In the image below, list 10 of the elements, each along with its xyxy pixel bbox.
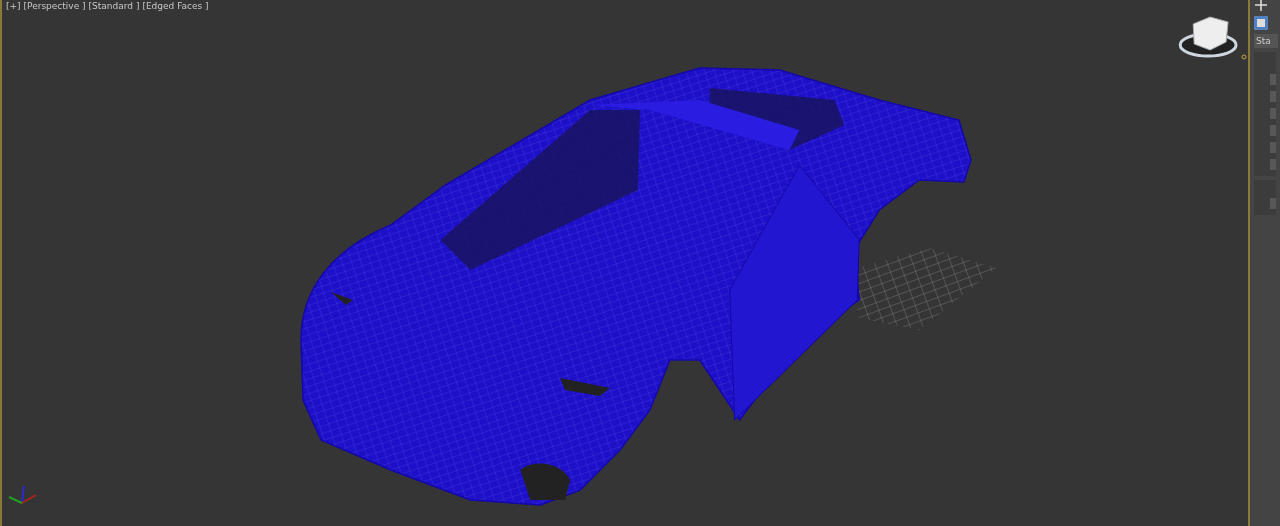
viewport-label[interactable]: [Edged Faces ] <box>142 1 209 11</box>
axis-tripod-icon <box>8 485 37 504</box>
geometry-tab-icon[interactable] <box>1254 16 1268 30</box>
viewport-label[interactable]: [Standard ] <box>88 1 140 11</box>
viewport-label[interactable]: [Perspective ] <box>23 1 86 11</box>
create-icon[interactable] <box>1254 0 1268 12</box>
viewcube-icon[interactable] <box>1178 16 1247 60</box>
viewport-label[interactable]: [+] <box>6 1 21 11</box>
viewport[interactable]: [+] [Perspective ] [Standard ] [Edged Faces ] <box>0 0 1250 526</box>
category-dropdown[interactable]: Sta <box>1254 34 1278 48</box>
